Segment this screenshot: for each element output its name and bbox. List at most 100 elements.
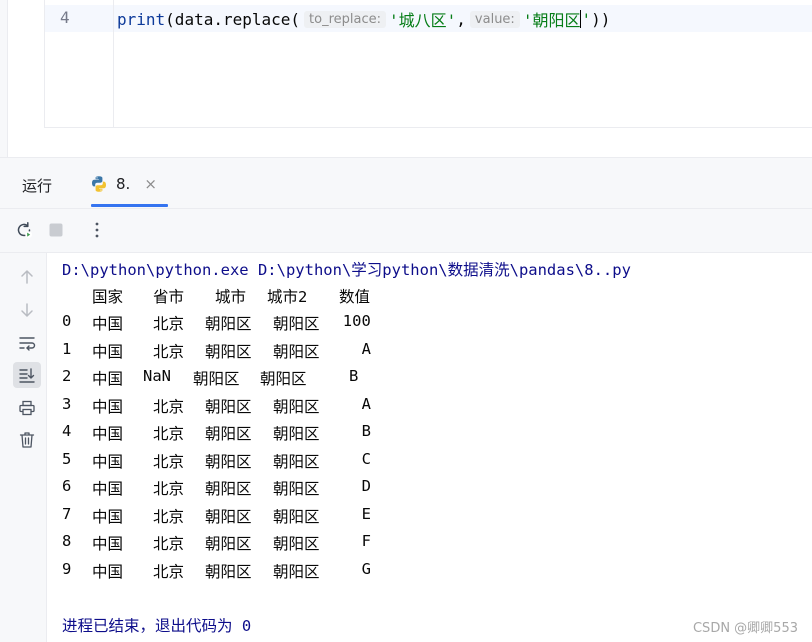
table-cell: 中国 bbox=[92, 425, 124, 443]
python-icon bbox=[92, 176, 106, 192]
table-cell: 北京 bbox=[153, 452, 185, 471]
row-index: 4 bbox=[62, 422, 72, 440]
table-cell: 北京 bbox=[153, 342, 185, 361]
table-cell: 中国 bbox=[92, 342, 124, 361]
table-cell: 朝阳区 bbox=[273, 452, 320, 471]
column-header: 数值 bbox=[339, 288, 371, 306]
code-call-open: (data.replace( bbox=[165, 9, 301, 29]
table-cell: 朝阳区 bbox=[273, 562, 320, 581]
code-call-close: )) bbox=[591, 9, 611, 29]
param-hint-to-replace: to_replace: bbox=[304, 10, 386, 28]
table-cell: 朝阳区 bbox=[205, 535, 252, 553]
code-line[interactable]: print (data.replace(to_replace: '城八区', valu… bbox=[117, 7, 610, 31]
table-cell: 朝阳区 bbox=[205, 315, 252, 333]
code-function: print bbox=[117, 9, 166, 29]
table-cell: 中国 bbox=[92, 315, 124, 333]
table-cell: 中国 bbox=[92, 507, 124, 526]
table-cell: 朝阳区 bbox=[205, 397, 252, 416]
table-cell: 朝阳区 bbox=[205, 342, 252, 361]
arrow-down-icon[interactable] bbox=[13, 297, 41, 323]
row-index: 8 bbox=[62, 532, 72, 550]
table-cell: E bbox=[361, 504, 371, 523]
row-index: 9 bbox=[62, 559, 72, 578]
table-cell: 中国 bbox=[92, 562, 124, 581]
code-string-arg2: '朝阳区 bbox=[522, 11, 581, 30]
row-index: 5 bbox=[62, 449, 72, 468]
code-string-arg2-quote: ' bbox=[581, 9, 592, 29]
table-cell: 中国 bbox=[92, 397, 124, 416]
table-cell: A bbox=[361, 394, 371, 413]
run-command-line: D:\python\python.exe D:\python\学习python\… bbox=[62, 261, 631, 279]
table-cell: 北京 bbox=[153, 315, 185, 333]
table-cell: 北京 bbox=[153, 507, 185, 526]
column-header: 城市 bbox=[215, 288, 247, 306]
active-tab-indicator bbox=[91, 204, 168, 207]
table-cell: 100 bbox=[342, 312, 371, 330]
run-toolbar bbox=[0, 209, 812, 252]
table-cell: 北京 bbox=[153, 562, 185, 581]
rerun-icon[interactable] bbox=[13, 219, 35, 241]
close-icon[interactable]: × bbox=[144, 175, 157, 193]
table-cell: 中国 bbox=[92, 535, 124, 553]
table-cell: 中国 bbox=[92, 452, 124, 471]
table-cell: 朝阳区 bbox=[205, 480, 252, 498]
table-cell: 北京 bbox=[153, 397, 185, 416]
column-header: 国家 bbox=[92, 288, 124, 306]
table-cell: G bbox=[361, 559, 371, 578]
run-tool-window-title: 运行 bbox=[22, 177, 53, 195]
table-cell: F bbox=[361, 532, 371, 550]
line-number: 4 bbox=[60, 8, 70, 27]
table-cell: 朝阳区 bbox=[273, 397, 320, 416]
stop-icon[interactable] bbox=[45, 219, 67, 241]
editor-gutter bbox=[8, 0, 44, 157]
run-tab-8[interactable]: 8. × bbox=[90, 172, 157, 196]
table-cell: 中国 bbox=[92, 480, 124, 498]
table-cell: 朝阳区 bbox=[205, 507, 252, 526]
table-cell: 朝阳区 bbox=[273, 315, 320, 333]
table-cell: 朝阳区 bbox=[273, 535, 320, 553]
trash-icon[interactable] bbox=[13, 427, 41, 453]
soft-wrap-icon[interactable] bbox=[13, 330, 41, 356]
table-cell: 朝阳区 bbox=[193, 370, 240, 388]
table-cell: B bbox=[361, 422, 371, 440]
table-cell: 朝阳区 bbox=[205, 425, 252, 443]
code-string-arg1: '城八区' bbox=[389, 11, 457, 30]
table-cell: 朝阳区 bbox=[273, 425, 320, 443]
table-cell: B bbox=[349, 367, 359, 385]
console-side-toolbar bbox=[0, 253, 46, 642]
row-index: 2 bbox=[62, 367, 72, 385]
table-cell: 中国 bbox=[92, 370, 124, 388]
run-tool-window-header: 运行 8. × bbox=[0, 158, 812, 208]
table-cell: 朝阳区 bbox=[273, 480, 320, 498]
print-icon[interactable] bbox=[13, 395, 41, 421]
code-editor[interactable]: 4 print (data.replace(to_replace: '城八区', va… bbox=[0, 0, 812, 157]
arrow-up-icon[interactable] bbox=[13, 264, 41, 290]
table-cell: 北京 bbox=[153, 425, 185, 443]
scroll-to-end-icon[interactable] bbox=[13, 362, 41, 388]
table-cell: C bbox=[361, 449, 371, 468]
code-comma: , bbox=[456, 9, 466, 29]
table-cell: 朝阳区 bbox=[205, 562, 252, 581]
fold-divider bbox=[113, 0, 114, 128]
table-cell: 朝阳区 bbox=[273, 342, 320, 361]
row-index: 6 bbox=[62, 477, 72, 495]
column-header: 省市 bbox=[153, 288, 185, 306]
row-index: 7 bbox=[62, 504, 72, 523]
row-index: 1 bbox=[62, 339, 72, 358]
table-cell: A bbox=[361, 339, 371, 358]
console-output[interactable]: D:\python\python.exe D:\python\学习python\… bbox=[47, 253, 812, 642]
exit-message: 进程已结束，退出代码为 0 bbox=[62, 617, 252, 635]
table-cell: 北京 bbox=[153, 535, 185, 553]
column-header: 城市2 bbox=[267, 288, 308, 306]
editor-left-strip bbox=[0, 0, 8, 157]
table-cell: 朝阳区 bbox=[260, 370, 307, 388]
table-cell: 北京 bbox=[153, 480, 185, 498]
table-cell: NaN bbox=[143, 367, 171, 385]
run-tab-label: 8. bbox=[116, 175, 131, 193]
table-cell: 朝阳区 bbox=[205, 452, 252, 471]
param-hint-value: value: bbox=[469, 10, 520, 28]
editor-empty-area bbox=[44, 128, 812, 157]
row-index: 0 bbox=[62, 312, 72, 330]
csdn-watermark: CSDN @卿卿553 bbox=[692, 621, 798, 636]
more-vertical-icon[interactable] bbox=[86, 219, 108, 241]
